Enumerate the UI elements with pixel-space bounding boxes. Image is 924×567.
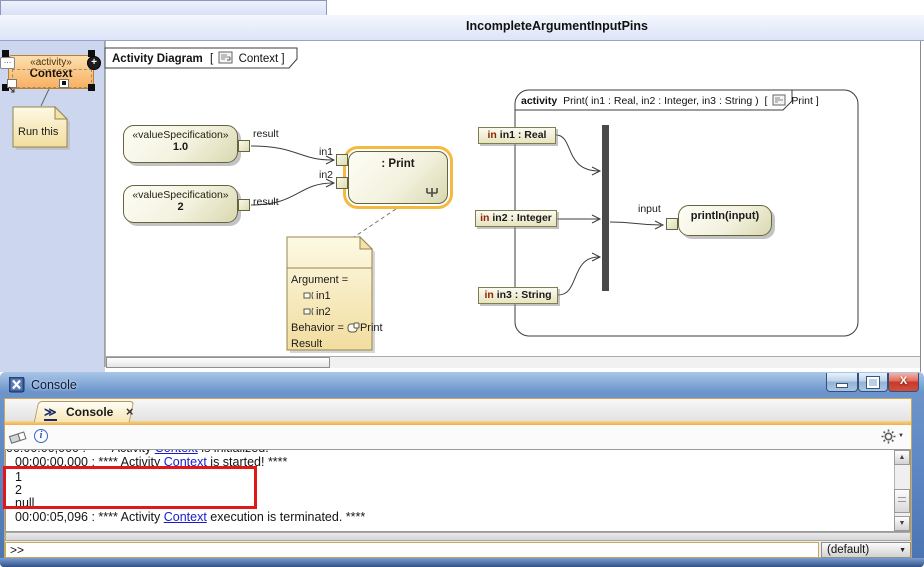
main-frame-context: Context ] — [239, 53, 285, 65]
note-arg1: in1 — [316, 290, 331, 302]
param-in1-keyword: in — [488, 129, 497, 141]
note-argument-label: Argument = — [291, 274, 348, 286]
restore-icon — [867, 377, 879, 388]
context-activity-element[interactable]: «activity» Context — [8, 55, 94, 89]
param-in3-keyword: in — [484, 289, 493, 301]
info-icon[interactable]: i — [34, 429, 48, 443]
console-window-bottom-border — [0, 558, 924, 567]
scroll-up-button[interactable]: ▲ — [894, 450, 910, 465]
console-titlebar[interactable]: Console — [0, 372, 924, 398]
compartment-decorator-icon[interactable] — [59, 79, 69, 88]
print-action-node[interactable]: : Print — [348, 151, 448, 204]
print-frame-keyword: activity — [521, 95, 557, 107]
param-in2-keyword: in — [480, 212, 489, 224]
name-compartment-selection — [12, 69, 92, 88]
println-action-node[interactable]: println(input) — [678, 205, 772, 236]
value-spec-2-node[interactable]: «valueSpecification» 2 — [123, 185, 238, 223]
minimize-icon — [836, 383, 848, 388]
gear-icon[interactable] — [881, 429, 896, 444]
vs2-result-pin-label: result — [253, 196, 279, 208]
print-in2-pin[interactable] — [336, 177, 348, 189]
println-input-pin-label: input — [638, 203, 661, 215]
input-pin-icon — [303, 291, 316, 300]
v-scrollbar-thumb[interactable] — [894, 489, 910, 513]
scroll-down-button[interactable]: ▼ — [894, 516, 910, 531]
diagram-window-title: IncompleteArgumentInputPins — [190, 19, 924, 33]
print-in2-pin-label: in2 — [313, 169, 333, 181]
console-toolbar — [5, 425, 911, 449]
main-frame-title: Activity Diagram — [112, 53, 203, 65]
print-frame-signature: Print( in1 : Real, in2 : Integer, in3 : … — [563, 95, 759, 107]
vs1-result-pin-label: result — [253, 128, 279, 140]
param-in1-label: in1 : Real — [500, 129, 547, 141]
thumb-grip — [898, 497, 906, 502]
close-button[interactable]: X — [888, 373, 919, 392]
println-input-pin[interactable] — [666, 218, 678, 230]
outer-window-tab[interactable] — [0, 0, 327, 15]
print-frame-header[interactable]: activity Print( in1 : Real, in2 : Intege… — [521, 94, 819, 107]
vs2-stereotype: «valueSpecification» — [124, 189, 237, 201]
param-in1-node[interactable]: in in1 : Real — [478, 127, 556, 144]
console-tabbar — [5, 399, 911, 422]
param-in2-label: in2 : Integer — [492, 212, 552, 224]
highlight-red-box — [3, 466, 257, 509]
clear-console-icon[interactable] — [8, 430, 28, 444]
vs1-stereotype: «valueSpecification» — [124, 129, 237, 141]
vs1-name: 1.0 — [124, 141, 237, 153]
print-in1-pin[interactable] — [336, 154, 348, 166]
input-pin-icon — [303, 307, 316, 316]
context-stereotype: «activity» — [9, 57, 93, 68]
main-frame-bracket: [ — [210, 53, 213, 65]
log-line-terminated: 00:00:05,096 : **** Activity Context exe… — [15, 510, 365, 524]
diagram-h-scrollbar-thumb[interactable] — [106, 357, 330, 368]
diagram-h-scrollbar[interactable] — [106, 356, 920, 368]
console-command-input[interactable]: >> — [5, 542, 819, 558]
print-frame-diagram-label: Print ] — [791, 95, 818, 107]
minimize-button[interactable] — [826, 373, 858, 392]
log-text: execution is terminated. **** — [207, 510, 365, 524]
main-frame-header[interactable]: Activity Diagram [ Context ] — [112, 51, 285, 65]
note-arg2: in2 — [316, 306, 331, 318]
rake-icon — [424, 185, 440, 198]
note-behavior-name: Print — [360, 322, 383, 334]
ellipsis-button[interactable]: … — [0, 57, 15, 69]
note-behavior-label: Behavior = — [291, 322, 347, 334]
mode-dropdown-value: (default) — [827, 544, 869, 556]
tab-console-content[interactable]: ≫ Console × — [44, 403, 133, 421]
console-h-scrollbar[interactable] — [5, 532, 911, 541]
note-result-label: Result — [291, 338, 322, 350]
restore-button[interactable] — [858, 373, 888, 392]
activity-element-icon — [347, 322, 360, 333]
argument-note-content[interactable]: Argument = in1 in2 Behavior = Print Resu… — [291, 272, 371, 352]
mode-dropdown[interactable]: (default) ▼ — [821, 542, 911, 558]
tab-close-icon[interactable]: × — [126, 404, 134, 419]
console-tab-icon: ≫ — [44, 405, 57, 421]
navigate-decorator-icon[interactable] — [7, 79, 17, 88]
console-window-title: Console — [31, 378, 77, 392]
print-action-name: : Print — [349, 158, 447, 170]
print-frame-bracket: [ — [765, 95, 768, 107]
context-link[interactable]: Context — [164, 510, 207, 524]
param-in3-label: in3 : String — [497, 289, 552, 301]
vs2-name: 2 — [124, 201, 237, 213]
dropdown-arrow-icon: ▼ — [899, 547, 906, 554]
gear-dropdown-icon[interactable]: ▼ — [898, 433, 904, 439]
plus-badge[interactable]: + — [87, 56, 101, 70]
screen: { "colors": { "selection_gold": "#F6B93F… — [0, 0, 924, 567]
print-in1-pin-label: in1 — [313, 146, 333, 158]
println-action-name: println(input) — [679, 210, 771, 222]
selection-handle[interactable] — [88, 84, 95, 91]
console-tab-label: Console — [66, 405, 113, 419]
run-note-text[interactable]: Run this — [18, 126, 58, 138]
param-in3-node[interactable]: in in3 : String — [478, 287, 558, 304]
console-app-icon — [9, 377, 25, 393]
vs1-result-pin[interactable] — [238, 140, 250, 152]
activity-diagram-icon — [218, 51, 233, 64]
param-in2-node[interactable]: in in2 : Integer — [475, 210, 557, 227]
log-text: 00:00:05,096 : **** Activity — [15, 510, 164, 524]
activity-diagram-icon — [772, 94, 786, 106]
value-spec-1-node[interactable]: «valueSpecification» 1.0 — [123, 125, 238, 163]
vs2-result-pin[interactable] — [238, 199, 250, 211]
